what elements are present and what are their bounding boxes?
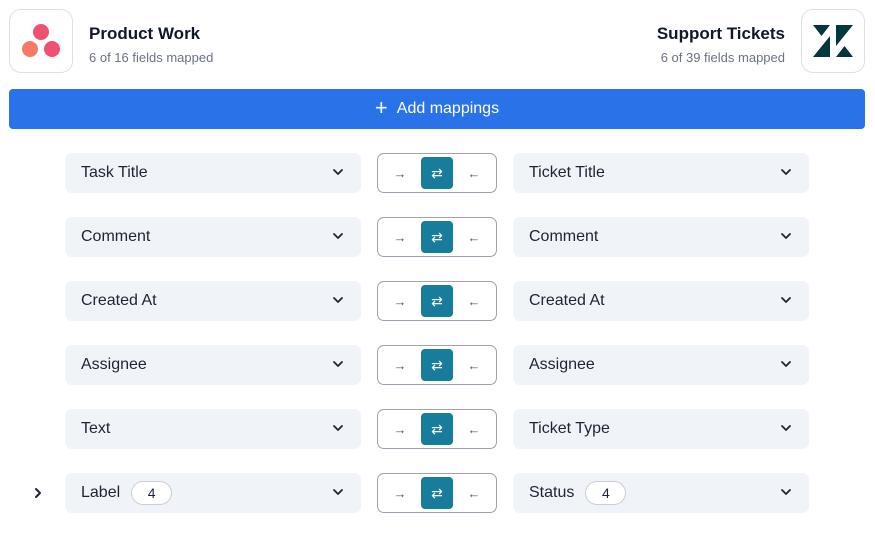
target-field-label: Status — [529, 484, 575, 501]
expand-chevron-icon[interactable] — [28, 483, 48, 503]
sync-both-ways-icon[interactable]: ⇄ — [421, 413, 453, 445]
source-field-label: Text — [81, 420, 111, 437]
mapping-row: Created At → ⇄ ← Created At — [0, 281, 875, 321]
source-field-select[interactable]: Text — [65, 409, 361, 449]
source-field-select[interactable]: Task Title — [65, 153, 361, 193]
source-field-select[interactable]: Assignee — [65, 345, 361, 385]
mapping-row: Text → ⇄ ← Ticket Type — [0, 409, 875, 449]
chevron-down-icon — [779, 485, 793, 499]
target-field-select[interactable]: Ticket Type — [513, 409, 809, 449]
sync-direction-toggle: → ⇄ ← — [377, 409, 497, 449]
sync-direction-toggle: → ⇄ ← — [377, 281, 497, 321]
chevron-down-icon — [331, 293, 345, 307]
sync-right-arrow-icon[interactable]: → — [384, 285, 416, 317]
source-field-label: Assignee — [81, 356, 147, 373]
sync-left-arrow-icon[interactable]: ← — [458, 157, 490, 189]
sync-left-arrow-icon[interactable]: ← — [458, 349, 490, 381]
sync-both-ways-icon[interactable]: ⇄ — [421, 157, 453, 189]
chevron-down-icon — [331, 165, 345, 179]
sync-direction-toggle: → ⇄ ← — [377, 217, 497, 257]
mapping-row: Assignee → ⇄ ← Assignee — [0, 345, 875, 385]
target-field-select[interactable]: Status 4 — [513, 473, 809, 513]
chevron-down-icon — [331, 485, 345, 499]
target-field-label: Comment — [529, 228, 599, 245]
plus-icon: + — [374, 95, 388, 120]
sync-right-arrow-icon[interactable]: → — [384, 221, 416, 253]
target-field-select[interactable]: Ticket Title — [513, 153, 809, 193]
source-app-name: Product Work — [89, 24, 201, 43]
sync-left-arrow-icon[interactable]: ← — [458, 413, 490, 445]
target-mapped-count: 6 of 39 fields mapped — [660, 50, 785, 65]
sync-left-arrow-icon[interactable]: ← — [458, 477, 490, 509]
add-mappings-button[interactable]: + Add mappings — [9, 89, 865, 129]
source-value-count-badge: 4 — [131, 481, 173, 505]
mapping-row: Comment → ⇄ ← Comment — [0, 217, 875, 257]
target-field-select[interactable]: Assignee — [513, 345, 809, 385]
mapping-row: Task Title → ⇄ ← Ticket Title — [0, 153, 875, 193]
sync-both-ways-icon[interactable]: ⇄ — [421, 285, 453, 317]
chevron-down-icon — [779, 357, 793, 371]
source-field-label: Created At — [81, 292, 157, 309]
chevron-down-icon — [331, 357, 345, 371]
add-mappings-label: Add mappings — [396, 100, 500, 117]
sync-direction-toggle: → ⇄ ← — [377, 345, 497, 385]
source-mapped-count: 6 of 16 fields mapped — [89, 50, 214, 65]
sync-left-arrow-icon[interactable]: ← — [458, 285, 490, 317]
target-field-label: Assignee — [529, 356, 595, 373]
chevron-down-icon — [779, 229, 793, 243]
target-value-count-badge: 4 — [585, 481, 627, 505]
source-field-select[interactable]: Comment — [65, 217, 361, 257]
sync-direction-toggle: → ⇄ ← — [377, 153, 497, 193]
mapping-row: Label 4 → ⇄ ← Status 4 — [0, 473, 875, 513]
chevron-down-icon — [331, 421, 345, 435]
sync-both-ways-icon[interactable]: ⇄ — [421, 477, 453, 509]
chevron-down-icon — [779, 293, 793, 307]
sync-left-arrow-icon[interactable]: ← — [458, 221, 490, 253]
target-field-select[interactable]: Comment — [513, 217, 809, 257]
target-field-select[interactable]: Created At — [513, 281, 809, 321]
chevron-down-icon — [331, 229, 345, 243]
chevron-down-icon — [779, 421, 793, 435]
source-field-select[interactable]: Created At — [65, 281, 361, 321]
target-field-label: Ticket Type — [529, 420, 610, 437]
sync-right-arrow-icon[interactable]: → — [384, 477, 416, 509]
sync-right-arrow-icon[interactable]: → — [384, 349, 416, 381]
target-app-name: Support Tickets — [656, 24, 785, 43]
chevron-down-icon — [779, 165, 793, 179]
target-field-label: Ticket Title — [529, 164, 605, 181]
source-field-label: Comment — [81, 228, 151, 245]
sync-right-arrow-icon[interactable]: → — [384, 157, 416, 189]
sync-both-ways-icon[interactable]: ⇄ — [421, 349, 453, 381]
sync-both-ways-icon[interactable]: ⇄ — [421, 221, 453, 253]
asana-logo-icon — [9, 9, 73, 73]
target-field-label: Created At — [529, 292, 605, 309]
source-field-label: Label — [81, 484, 121, 501]
zendesk-logo-icon — [801, 9, 865, 73]
sync-right-arrow-icon[interactable]: → — [384, 413, 416, 445]
source-field-select[interactable]: Label 4 — [65, 473, 361, 513]
sync-direction-toggle: → ⇄ ← — [377, 473, 497, 513]
source-field-label: Task Title — [81, 164, 148, 181]
